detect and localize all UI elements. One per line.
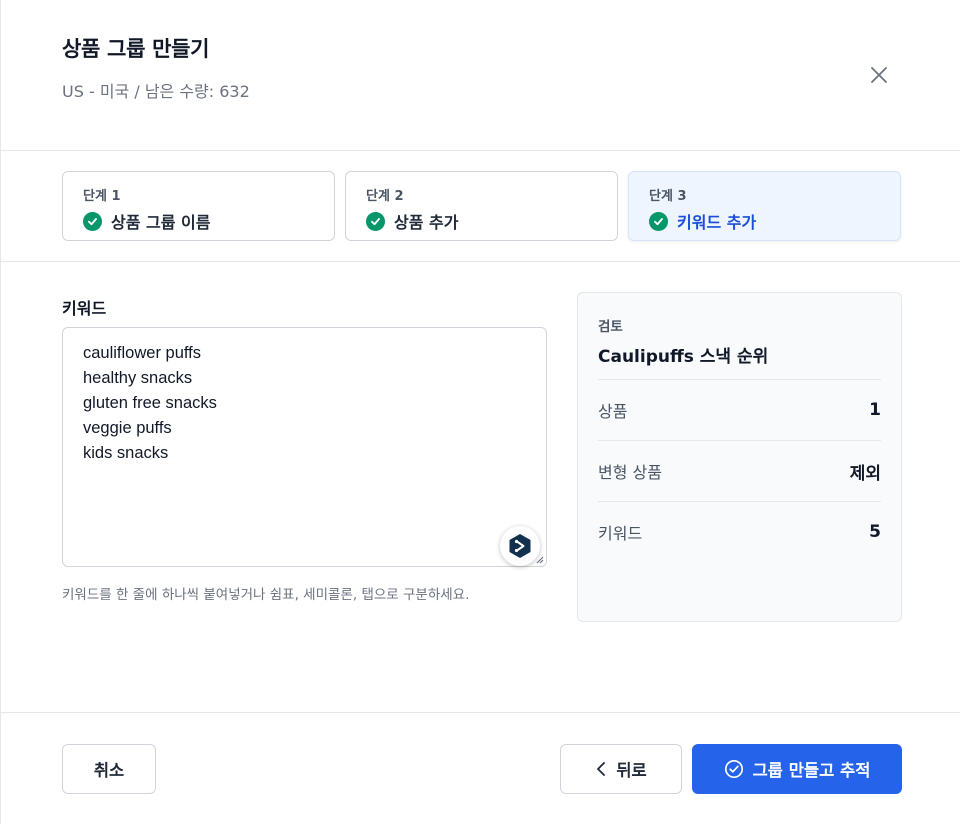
check-circle-outline-icon — [724, 759, 743, 779]
assistant-logo-icon — [509, 534, 531, 558]
review-row-value: 5 — [869, 522, 881, 542]
modal-subtitle: US - 미국 / 남은 수량: 632 — [62, 82, 250, 101]
check-circle-icon — [649, 211, 668, 231]
back-button[interactable]: 뒤로 — [560, 744, 682, 794]
step-3[interactable]: 단계 3 키워드 추가 — [628, 171, 901, 241]
modal-header: 상품 그룹 만들기 US - 미국 / 남은 수량: 632 — [1, 0, 960, 151]
step-label: 상품 그룹 이름 — [111, 213, 211, 232]
step-number: 단계 3 — [649, 189, 687, 204]
review-row-label: 변형 상품 — [598, 463, 662, 482]
review-row-value: 1 — [869, 400, 881, 420]
keyword-line: gluten free snacks — [83, 394, 217, 412]
keyword-line: healthy snacks — [83, 369, 193, 387]
cancel-button-label: 취소 — [93, 761, 125, 780]
create-button-label: 그룹 만들고 추적 — [752, 761, 871, 780]
modal-footer: 취소 뒤로 그룹 만들고 추적 — [1, 712, 960, 824]
keywords-label: 키워드 — [62, 299, 107, 318]
check-circle-icon — [83, 211, 102, 231]
create-group-modal: 상품 그룹 만들기 US - 미국 / 남은 수량: 632 단계 1 상품 그… — [0, 0, 960, 824]
chevron-left-icon — [597, 762, 606, 776]
close-button[interactable] — [863, 59, 895, 91]
review-row-label: 상품 — [598, 402, 628, 421]
close-icon — [871, 67, 887, 83]
review-group-name: Caulipuffs 스낵 순위 — [598, 347, 769, 367]
step-2[interactable]: 단계 2 상품 추가 — [345, 171, 618, 241]
step-number: 단계 1 — [83, 189, 121, 204]
review-row-keywords: 키워드 5 — [598, 501, 881, 562]
step-label: 상품 추가 — [394, 213, 459, 232]
keywords-hint: 키워드를 한 줄에 하나씩 붙여넣거나 쉼표, 세미콜론, 탭으로 구분하세요. — [62, 587, 470, 603]
review-row-variants: 변형 상품 제외 — [598, 440, 881, 501]
keyword-line: cauliflower puffs — [83, 344, 202, 362]
step-number: 단계 2 — [366, 189, 404, 204]
review-panel: 검토 Caulipuffs 스낵 순위 상품 1 변형 상품 제외 키워드 5 — [577, 292, 902, 622]
create-and-track-button[interactable]: 그룹 만들고 추적 — [692, 744, 902, 794]
review-row-label: 키워드 — [598, 524, 643, 543]
keyword-line: kids snacks — [83, 444, 169, 462]
review-row-value: 제외 — [849, 463, 881, 484]
modal-title: 상품 그룹 만들기 — [62, 37, 210, 61]
keyword-line: veggie puffs — [83, 419, 172, 437]
back-button-label: 뒤로 — [616, 761, 647, 780]
stepper: 단계 1 상품 그룹 이름 단계 2 상품 추가 단계 3 키워드 추가 — [1, 151, 960, 262]
review-row-products: 상품 1 — [598, 379, 881, 440]
cancel-button[interactable]: 취소 — [62, 744, 156, 794]
review-heading: 검토 — [598, 319, 623, 335]
assistant-button[interactable] — [500, 526, 540, 566]
check-circle-icon — [366, 211, 385, 231]
keywords-textarea[interactable]: cauliflower puffs healthy snacks gluten … — [62, 327, 547, 567]
step-1[interactable]: 단계 1 상품 그룹 이름 — [62, 171, 335, 241]
step-label: 키워드 추가 — [677, 213, 757, 232]
